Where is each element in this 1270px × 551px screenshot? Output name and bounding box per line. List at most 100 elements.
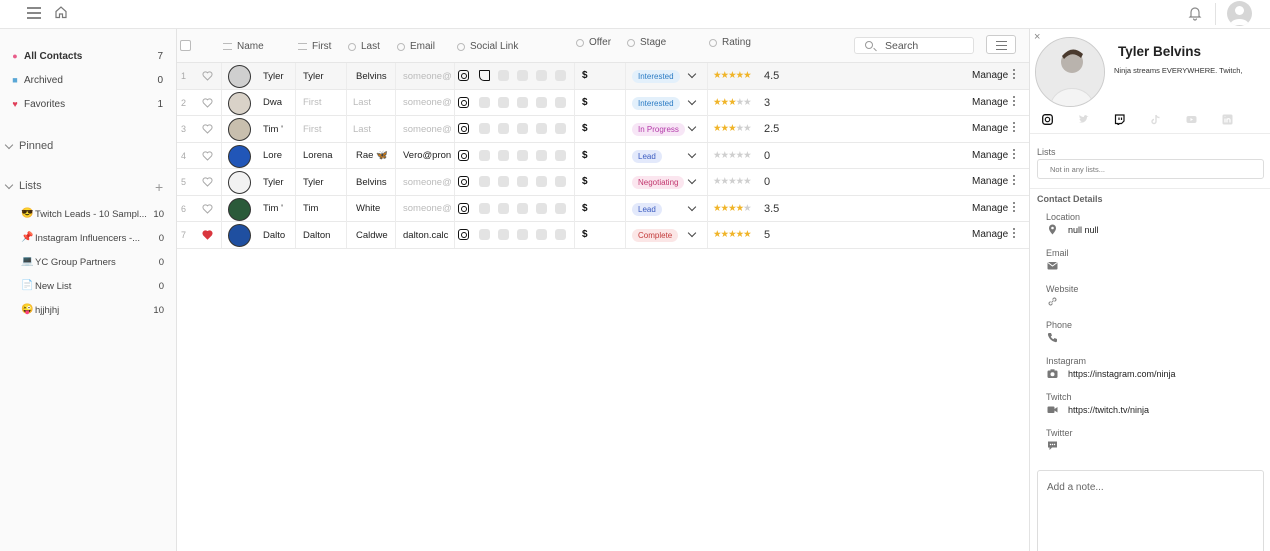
stage-badge[interactable]: Negotiating xyxy=(632,176,685,189)
offer-cell[interactable]: $ xyxy=(582,70,588,81)
favorite-heart-icon[interactable] xyxy=(202,124,213,134)
email-cell[interactable]: someone@ xyxy=(403,196,453,222)
rating-stars[interactable]: ★★★★★ xyxy=(713,123,752,134)
note-textarea[interactable]: Add a note... xyxy=(1037,470,1264,551)
twitch-icon[interactable] xyxy=(479,149,490,161)
star-filled-icon[interactable]: ★ xyxy=(713,70,721,81)
field-value[interactable]: https://twitch.tv/ninja xyxy=(1068,405,1149,415)
twitter-icon[interactable] xyxy=(536,229,547,240)
youtube-icon[interactable] xyxy=(517,202,528,214)
first-name-cell[interactable]: First xyxy=(303,90,345,116)
star-empty-icon[interactable]: ★ xyxy=(728,150,736,161)
stage-badge[interactable]: In Progress xyxy=(632,123,685,136)
list-item-twitch-leads[interactable]: 😎 Twitch Leads - 10 Sampl... 10 xyxy=(0,205,176,225)
star-empty-icon[interactable]: ★ xyxy=(743,97,751,108)
youtube-icon[interactable] xyxy=(1186,114,1197,125)
manage-button[interactable]: Manage xyxy=(972,229,1008,240)
first-name-cell[interactable]: Tyler xyxy=(303,63,345,89)
home-icon[interactable] xyxy=(54,5,68,19)
stage-badge[interactable]: Lead xyxy=(632,149,662,163)
twitter-icon[interactable] xyxy=(536,149,547,161)
star-empty-icon[interactable]: ★ xyxy=(721,176,729,187)
email-cell[interactable]: dalton.calc xyxy=(403,222,453,248)
chevron-down-icon[interactable] xyxy=(687,122,697,132)
youtube-icon[interactable] xyxy=(517,176,528,187)
last-name-cell[interactable]: Last xyxy=(353,90,391,116)
star-empty-icon[interactable]: ★ xyxy=(736,123,744,134)
chevron-down-icon[interactable] xyxy=(687,149,697,158)
column-header-social-link[interactable]: Social Link xyxy=(457,41,518,52)
last-name-cell[interactable]: Belvins xyxy=(356,169,394,195)
email-cell[interactable]: someone@ xyxy=(403,90,453,116)
more-options-icon[interactable] xyxy=(1013,228,1016,240)
twitter-icon[interactable] xyxy=(1078,114,1089,125)
star-filled-icon[interactable]: ★ xyxy=(721,203,729,214)
field-value[interactable]: https://instagram.com/ninja xyxy=(1068,369,1176,379)
instagram-icon[interactable] xyxy=(458,149,469,161)
star-filled-icon[interactable]: ★ xyxy=(736,70,744,81)
last-name-cell[interactable]: Rae 🦋 xyxy=(356,143,394,169)
twitter-icon[interactable] xyxy=(536,176,547,187)
star-filled-icon[interactable]: ★ xyxy=(736,229,744,240)
first-name-cell[interactable]: Tyler xyxy=(303,169,345,195)
youtube-icon[interactable] xyxy=(517,70,528,81)
table-row[interactable]: 4 Lore Lorena Rae 🦋 Vero@pron $ Lead ★★★… xyxy=(177,142,1029,169)
star-filled-icon[interactable]: ★ xyxy=(721,97,729,108)
tiktok-icon[interactable] xyxy=(555,149,566,161)
manage-button[interactable]: Manage xyxy=(972,70,1008,81)
last-name-cell[interactable]: Belvins xyxy=(356,63,394,89)
stage-badge[interactable]: Lead xyxy=(632,202,662,216)
star-filled-icon[interactable]: ★ xyxy=(728,97,736,108)
linkedin-icon[interactable] xyxy=(498,176,509,187)
rating-stars[interactable]: ★★★★★ xyxy=(713,176,752,187)
name-cell[interactable]: Dalto xyxy=(263,222,294,248)
linkedin-icon[interactable] xyxy=(498,123,509,134)
email-cell[interactable]: someone@ xyxy=(403,116,453,142)
more-options-icon[interactable] xyxy=(1013,148,1016,161)
star-filled-icon[interactable]: ★ xyxy=(713,229,721,240)
table-row[interactable]: 5 Tyler Tyler Belvins someone@ $ Negotia… xyxy=(177,169,1029,196)
star-filled-icon[interactable]: ★ xyxy=(713,97,721,108)
youtube-icon[interactable] xyxy=(517,123,528,134)
twitter-icon[interactable] xyxy=(536,70,547,81)
star-filled-icon[interactable]: ★ xyxy=(728,229,736,240)
chevron-down-icon[interactable] xyxy=(687,202,697,211)
sidebar-item-archived[interactable]: ■ Archived 0 xyxy=(0,70,176,90)
star-filled-icon[interactable]: ★ xyxy=(728,70,736,81)
lists-section-toggle[interactable]: Lists xyxy=(4,180,42,192)
star-empty-icon[interactable]: ★ xyxy=(743,123,751,134)
twitch-icon[interactable] xyxy=(479,176,490,187)
favorite-heart-icon[interactable] xyxy=(202,150,213,161)
star-filled-icon[interactable]: ★ xyxy=(728,203,736,214)
more-options-icon[interactable] xyxy=(1013,175,1016,187)
star-filled-icon[interactable]: ★ xyxy=(728,123,736,134)
manage-button[interactable]: Manage xyxy=(972,150,1008,161)
column-header-last[interactable]: Last xyxy=(348,41,380,52)
more-options-icon[interactable] xyxy=(1013,201,1016,214)
star-filled-icon[interactable]: ★ xyxy=(743,229,751,240)
instagram-icon[interactable] xyxy=(1042,114,1053,125)
linkedin-icon[interactable] xyxy=(498,229,509,240)
tiktok-icon[interactable] xyxy=(555,123,566,134)
rating-stars[interactable]: ★★★★★ xyxy=(713,70,752,81)
email-cell[interactable]: someone@ xyxy=(403,63,453,89)
stage-badge[interactable]: Interested xyxy=(632,96,680,110)
more-options-icon[interactable] xyxy=(1013,122,1016,134)
tiktok-icon[interactable] xyxy=(555,176,566,187)
rating-stars[interactable]: ★★★★★ xyxy=(713,150,752,161)
table-row[interactable]: 3 Tim ' First Last someone@ $ In Progres… xyxy=(177,116,1029,143)
twitter-icon[interactable] xyxy=(536,123,547,134)
twitch-icon[interactable] xyxy=(479,70,490,81)
star-empty-icon[interactable]: ★ xyxy=(713,176,721,187)
sidebar-item-all-contacts[interactable]: ● All Contacts 7 xyxy=(0,46,176,66)
add-list-button[interactable]: + xyxy=(155,180,163,194)
linkedin-icon[interactable] xyxy=(498,202,509,214)
instagram-icon[interactable] xyxy=(458,70,469,81)
instagram-icon[interactable] xyxy=(458,96,469,108)
favorite-heart-icon[interactable] xyxy=(202,230,213,240)
star-empty-icon[interactable]: ★ xyxy=(721,150,729,161)
star-filled-icon[interactable]: ★ xyxy=(743,70,751,81)
youtube-icon[interactable] xyxy=(517,96,528,108)
linkedin-icon[interactable] xyxy=(1222,114,1233,125)
first-name-cell[interactable]: Dalton xyxy=(303,222,345,248)
